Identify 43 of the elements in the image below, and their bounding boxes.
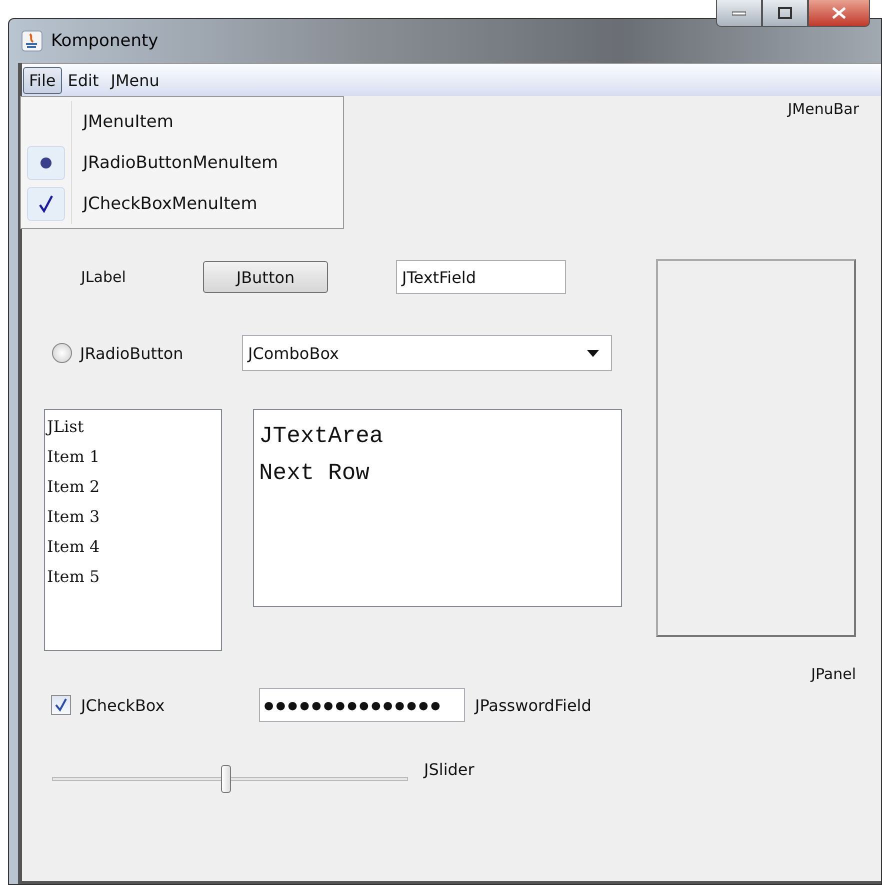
list-item[interactable]: Item 2	[47, 474, 219, 504]
checkmark-icon	[39, 194, 53, 212]
menu[interactable]: File	[23, 66, 62, 94]
list-item[interactable]: Item 1	[47, 444, 219, 474]
combo-value: JComboBox	[248, 344, 339, 362]
text-area[interactable]: JTextArea Next Row	[253, 409, 622, 607]
slider-caption: JSlider	[424, 760, 474, 779]
slider[interactable]	[52, 762, 408, 792]
list-item[interactable]: Item 3	[47, 504, 219, 534]
minimize-icon	[732, 10, 746, 16]
radio-dot-icon	[40, 156, 52, 168]
menu-item[interactable]: JRadioButtonMenuItem	[21, 144, 343, 181]
menu-item[interactable]: JMenuItem	[21, 103, 343, 140]
close-icon	[832, 7, 846, 19]
close-button[interactable]	[808, 0, 870, 27]
password-field[interactable]: ●●●●●●●●●●●●●●●	[259, 688, 465, 722]
button[interactable]: JButton	[203, 261, 328, 293]
password-caption: JPasswordField	[475, 696, 592, 714]
menu[interactable]: JMenu	[104, 66, 166, 94]
app-icon	[21, 30, 43, 52]
text-line: JTextArea	[259, 422, 384, 451]
text-line: Next Row	[259, 459, 370, 488]
radio-label: JRadioButton	[80, 344, 184, 362]
minimize-button[interactable]	[716, 0, 762, 27]
list-item[interactable]: JList	[47, 414, 219, 444]
panel-caption: JPanel	[811, 665, 856, 683]
label-text: JLabel	[81, 268, 127, 286]
menu-item[interactable]: JCheckBoxMenuItem	[21, 185, 343, 222]
menu-bar-caption: JMenuBar	[788, 100, 859, 118]
window-title: Komponenty	[51, 31, 158, 51]
radio-button[interactable]	[52, 343, 72, 363]
maximize-button[interactable]	[762, 0, 808, 27]
checkbox[interactable]	[51, 695, 71, 715]
text-field[interactable]: JTextField	[396, 260, 566, 294]
dropdown-arrow-icon	[587, 350, 599, 356]
list-item[interactable]: Item 5	[47, 564, 219, 594]
checkmark-icon	[54, 698, 68, 712]
menu[interactable]: Edit	[62, 66, 105, 94]
maximize-icon	[778, 7, 792, 19]
list-item[interactable]: Item 4	[47, 534, 219, 564]
combo-box[interactable]: JComboBox	[242, 335, 612, 371]
slider-thumb[interactable]	[221, 765, 232, 793]
checkbox-label: JCheckBox	[81, 696, 166, 714]
